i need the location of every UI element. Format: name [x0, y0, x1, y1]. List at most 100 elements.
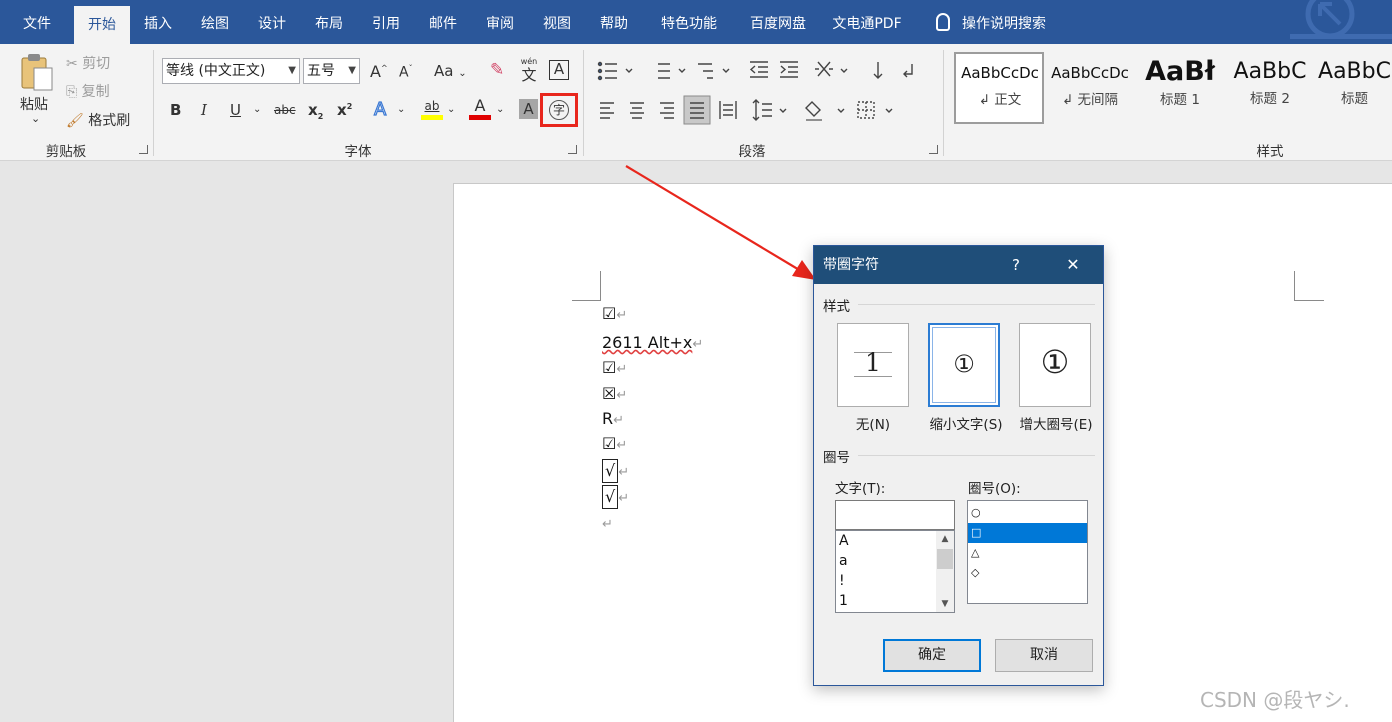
clipboard-launcher-icon[interactable]	[139, 145, 148, 154]
font-size-value: 五号	[307, 63, 335, 79]
style-option-enlarge-symbol[interactable]: ①	[1019, 323, 1091, 407]
cancel-button[interactable]: 取消	[995, 639, 1093, 672]
paragraph-mark: ↵	[613, 413, 625, 428]
font-color-icon: A	[474, 96, 486, 115]
doc-line[interactable]: R↵	[602, 409, 624, 428]
highlight-dropdown-icon[interactable]: ⌄	[447, 104, 455, 115]
doc-line[interactable]: ☑↵	[602, 434, 627, 453]
style-option-none[interactable]: 1	[837, 323, 909, 407]
character-border-button[interactable]: A	[549, 60, 569, 80]
scroll-down-icon[interactable]: ▼	[936, 596, 954, 612]
grow-font-button[interactable]: A^	[370, 62, 388, 81]
tab-pdf[interactable]: 文电通PDF	[824, 0, 910, 44]
enclose-characters-button[interactable]: 字	[549, 100, 569, 120]
tab-file[interactable]: 文件	[8, 0, 66, 44]
superscript-button[interactable]: x2	[337, 101, 352, 119]
text-list[interactable]: A a ! 1 ▲ ▼	[835, 530, 955, 613]
doc-line[interactable]: √ ↵	[602, 459, 629, 483]
ribbon: 粘贴 ⌄ ✂ 剪切 ⎘ 复制 🖌 格式刷 剪贴板 等线 (中文正文) ▼ 五号 ▼ …	[0, 44, 1392, 161]
doc-line-text: 2611 Alt+x	[602, 333, 693, 352]
scissors-icon: ✂	[66, 56, 78, 72]
tab-references[interactable]: 引用	[362, 0, 410, 44]
bold-button[interactable]: B	[170, 101, 181, 119]
tab-view[interactable]: 视图	[533, 0, 581, 44]
text-list-scrollbar[interactable]: ▲ ▼	[936, 531, 954, 612]
italic-button[interactable]: I	[201, 101, 207, 119]
doc-line[interactable]: 2611 Alt+x↵	[602, 333, 703, 352]
chevron-down-icon: ▼	[288, 65, 296, 76]
doc-line[interactable]: ☒↵	[602, 384, 627, 403]
paragraph-launcher-icon[interactable]	[929, 145, 938, 154]
font-name-select[interactable]: 等线 (中文正文) ▼	[162, 58, 300, 84]
style-title[interactable]: AaBbC 标题	[1317, 54, 1392, 122]
style-heading-2-name: 标题 2	[1250, 91, 1290, 107]
style-section-label: 样式	[823, 299, 850, 315]
style-heading-1[interactable]: AaBł 标题 1	[1137, 54, 1223, 122]
doc-line[interactable]: ↵	[602, 513, 613, 532]
style-no-spacing-name: ↲ 无间隔	[1061, 92, 1119, 108]
tab-review[interactable]: 审阅	[476, 0, 524, 44]
tab-home[interactable]: 开始	[74, 6, 130, 44]
font-color-dropdown-icon[interactable]: ⌄	[496, 104, 504, 115]
strikethrough-button[interactable]: abc	[274, 103, 296, 117]
grow-font-icon: A	[370, 62, 381, 81]
cut-button[interactable]: ✂ 剪切	[66, 53, 110, 73]
tab-help[interactable]: 帮助	[590, 0, 638, 44]
scroll-thumb[interactable]	[937, 549, 953, 569]
style-normal[interactable]: AaBbCcDc ↲ 正文	[957, 54, 1043, 122]
style-option-shrink-text[interactable]: ①	[928, 323, 1000, 407]
enclosure-list-item[interactable]: ◇	[968, 563, 1087, 583]
lightbulb-icon	[936, 13, 950, 31]
doc-line[interactable]: ☑↵	[602, 358, 627, 377]
style-heading-2[interactable]: AaBbC 标题 2	[1227, 54, 1313, 122]
shrink-font-button[interactable]: Aˇ	[399, 64, 413, 81]
style-no-spacing[interactable]: AaBbCcDc ↲ 无间隔	[1047, 54, 1133, 122]
paragraph-group-label: 段落	[738, 144, 766, 160]
tab-draw[interactable]: 绘图	[191, 0, 239, 44]
paste-dropdown-icon[interactable]: ⌄	[31, 112, 40, 125]
font-color-button[interactable]: A	[469, 96, 491, 120]
crop-mark-right	[1294, 271, 1324, 301]
underline-icon: U	[230, 101, 241, 119]
close-button[interactable]: ✕	[1059, 246, 1087, 284]
phonetic-guide-button[interactable]: wén 文	[518, 56, 540, 83]
tab-layout[interactable]: 布局	[305, 0, 353, 44]
text-effects-dropdown-icon[interactable]: ⌄	[397, 104, 405, 115]
highlighter-icon: ab	[424, 99, 440, 113]
tell-me-label: 操作说明搜索	[962, 16, 1046, 32]
underline-button[interactable]: U	[230, 101, 241, 119]
copy-icon: ⎘	[66, 84, 78, 100]
enclosure-list-item[interactable]: △	[968, 543, 1087, 563]
align-right-icon	[660, 102, 674, 119]
tab-baidu-netdisk[interactable]: 百度网盘	[736, 0, 820, 44]
ok-button[interactable]: 确定	[883, 639, 981, 672]
doc-line[interactable]: √ ↵	[602, 485, 629, 509]
enclosure-list-item-selected[interactable]: □	[968, 523, 1087, 543]
tell-me-search[interactable]: 操作说明搜索	[936, 0, 1046, 44]
copy-button[interactable]: ⎘ 复制	[66, 81, 110, 101]
clear-formatting-button[interactable]: ✎	[490, 60, 504, 80]
format-painter-button[interactable]: 🖌 格式刷	[66, 110, 130, 130]
change-case-button[interactable]: Aa ⌄	[434, 62, 467, 80]
highlight-button[interactable]: ab	[421, 96, 443, 120]
enclose-characters-icon: 字	[552, 103, 565, 117]
underline-dropdown-icon[interactable]: ⌄	[253, 104, 261, 115]
tab-mailings[interactable]: 邮件	[419, 0, 467, 44]
help-button[interactable]: ?	[1002, 246, 1030, 284]
text-input[interactable]	[835, 500, 955, 530]
doc-line[interactable]: ☑↵	[602, 304, 627, 323]
enclosure-list[interactable]: ○ □ △ ◇	[967, 500, 1088, 604]
tab-design[interactable]: 设计	[248, 0, 296, 44]
tab-insert[interactable]: 插入	[134, 0, 182, 44]
text-effects-button[interactable]: A	[373, 98, 387, 120]
font-size-select[interactable]: 五号 ▼	[303, 58, 360, 84]
scroll-up-icon[interactable]: ▲	[936, 531, 954, 547]
tab-special-features[interactable]: 特色功能	[647, 0, 731, 44]
character-shading-button[interactable]: A	[519, 99, 538, 119]
subscript-button[interactable]: x2	[308, 101, 323, 121]
enclosure-list-item[interactable]: ○	[968, 503, 1087, 523]
paste-button[interactable]	[18, 52, 54, 92]
group-divider	[943, 50, 944, 156]
font-launcher-icon[interactable]	[568, 145, 577, 154]
style-no-spacing-sample: AaBbCcDc	[1051, 64, 1129, 82]
